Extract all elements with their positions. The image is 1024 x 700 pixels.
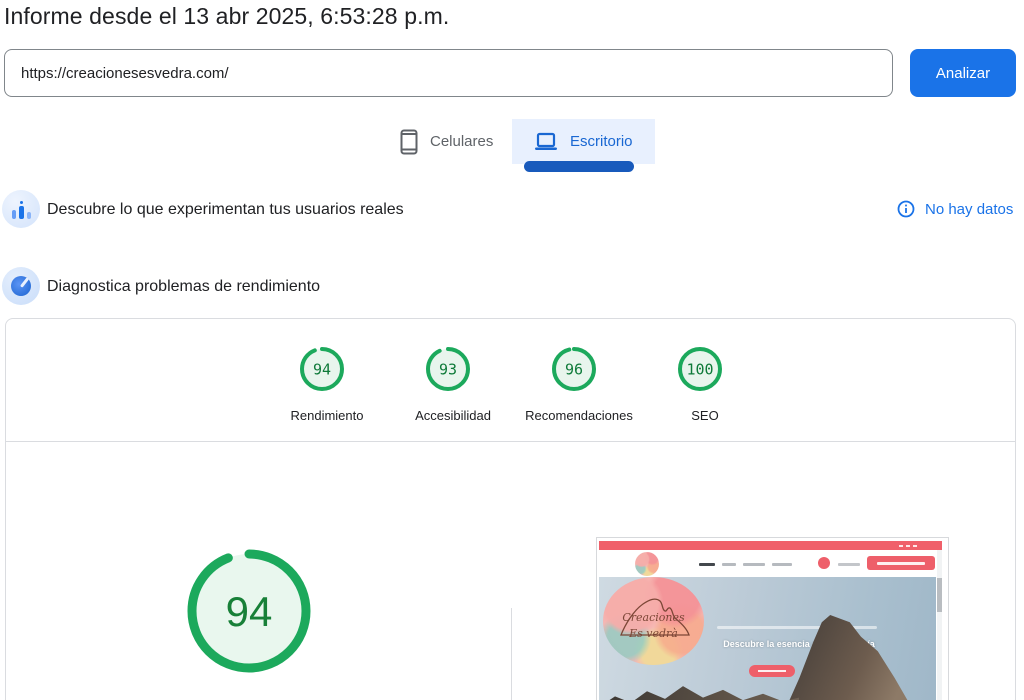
preview-logo-line1: Creaciones (603, 611, 704, 624)
no-data-label: No hay datos (925, 201, 1013, 218)
preview-hero: Creaciones Es vedrà Descubre la esencia … (599, 577, 936, 700)
url-input[interactable] (4, 49, 893, 97)
svg-text:94: 94 (313, 361, 331, 379)
preview-logo-line2: Es vedrà (603, 627, 704, 640)
score-gauge-performance[interactable]: 94 (299, 346, 345, 392)
preview-search-icon (818, 557, 830, 569)
preview-logo-icon (635, 552, 659, 576)
site-preview-content: Creaciones Es vedrà Descubre la esencia … (599, 540, 942, 700)
svg-text:96: 96 (565, 361, 583, 379)
tab-mobile[interactable]: Celulares (378, 119, 515, 164)
preview-announcement-bar (599, 541, 942, 550)
preview-hero-logo: Creaciones Es vedrà (603, 577, 704, 665)
performance-main-gauge: 94 (184, 546, 314, 676)
analyze-button[interactable]: Analizar (910, 49, 1016, 97)
preview-cart-button (867, 556, 935, 570)
preview-navbar (599, 550, 942, 577)
lighthouse-gauge-icon (2, 267, 40, 305)
svg-text:93: 93 (439, 361, 457, 379)
page-title: Informe desde el 13 abr 2025, 6:53:28 p.… (4, 3, 449, 30)
laptop-icon (534, 132, 558, 152)
preview-scrollbar (937, 550, 942, 700)
vertical-divider (511, 608, 512, 700)
pagespeed-report-page: Informe desde el 13 abr 2025, 6:53:28 p.… (0, 0, 1024, 700)
report-card: 94 Rendimiento 93 Accesibilidad 96 Recom… (5, 318, 1016, 700)
no-data-link[interactable]: No hay datos (897, 200, 1013, 218)
svg-text:94: 94 (226, 588, 273, 635)
score-gauge-accessibility[interactable]: 93 (425, 346, 471, 392)
preview-account-placeholder (838, 563, 860, 566)
lab-data-title: Diagnostica problemas de rendimiento (47, 278, 320, 296)
site-preview-thumbnail[interactable]: Creaciones Es vedrà Descubre la esencia … (596, 537, 949, 700)
preview-cta-button (749, 665, 795, 677)
score-gauge-seo[interactable]: 100 (677, 346, 723, 392)
crux-users-icon (2, 190, 40, 228)
tab-desktop[interactable]: Escritorio (512, 119, 655, 164)
svg-text:100: 100 (686, 361, 713, 379)
card-divider (6, 441, 1015, 442)
smartphone-icon (400, 129, 418, 155)
tab-mobile-label: Celulares (430, 133, 493, 150)
score-label-seo: SEO (630, 408, 780, 423)
score-gauge-best-practices[interactable]: 96 (551, 346, 597, 392)
info-icon (897, 200, 915, 218)
active-tab-indicator (524, 161, 634, 172)
field-data-title: Descubre lo que experimentan tus usuario… (47, 201, 404, 219)
tab-desktop-label: Escritorio (570, 133, 633, 150)
